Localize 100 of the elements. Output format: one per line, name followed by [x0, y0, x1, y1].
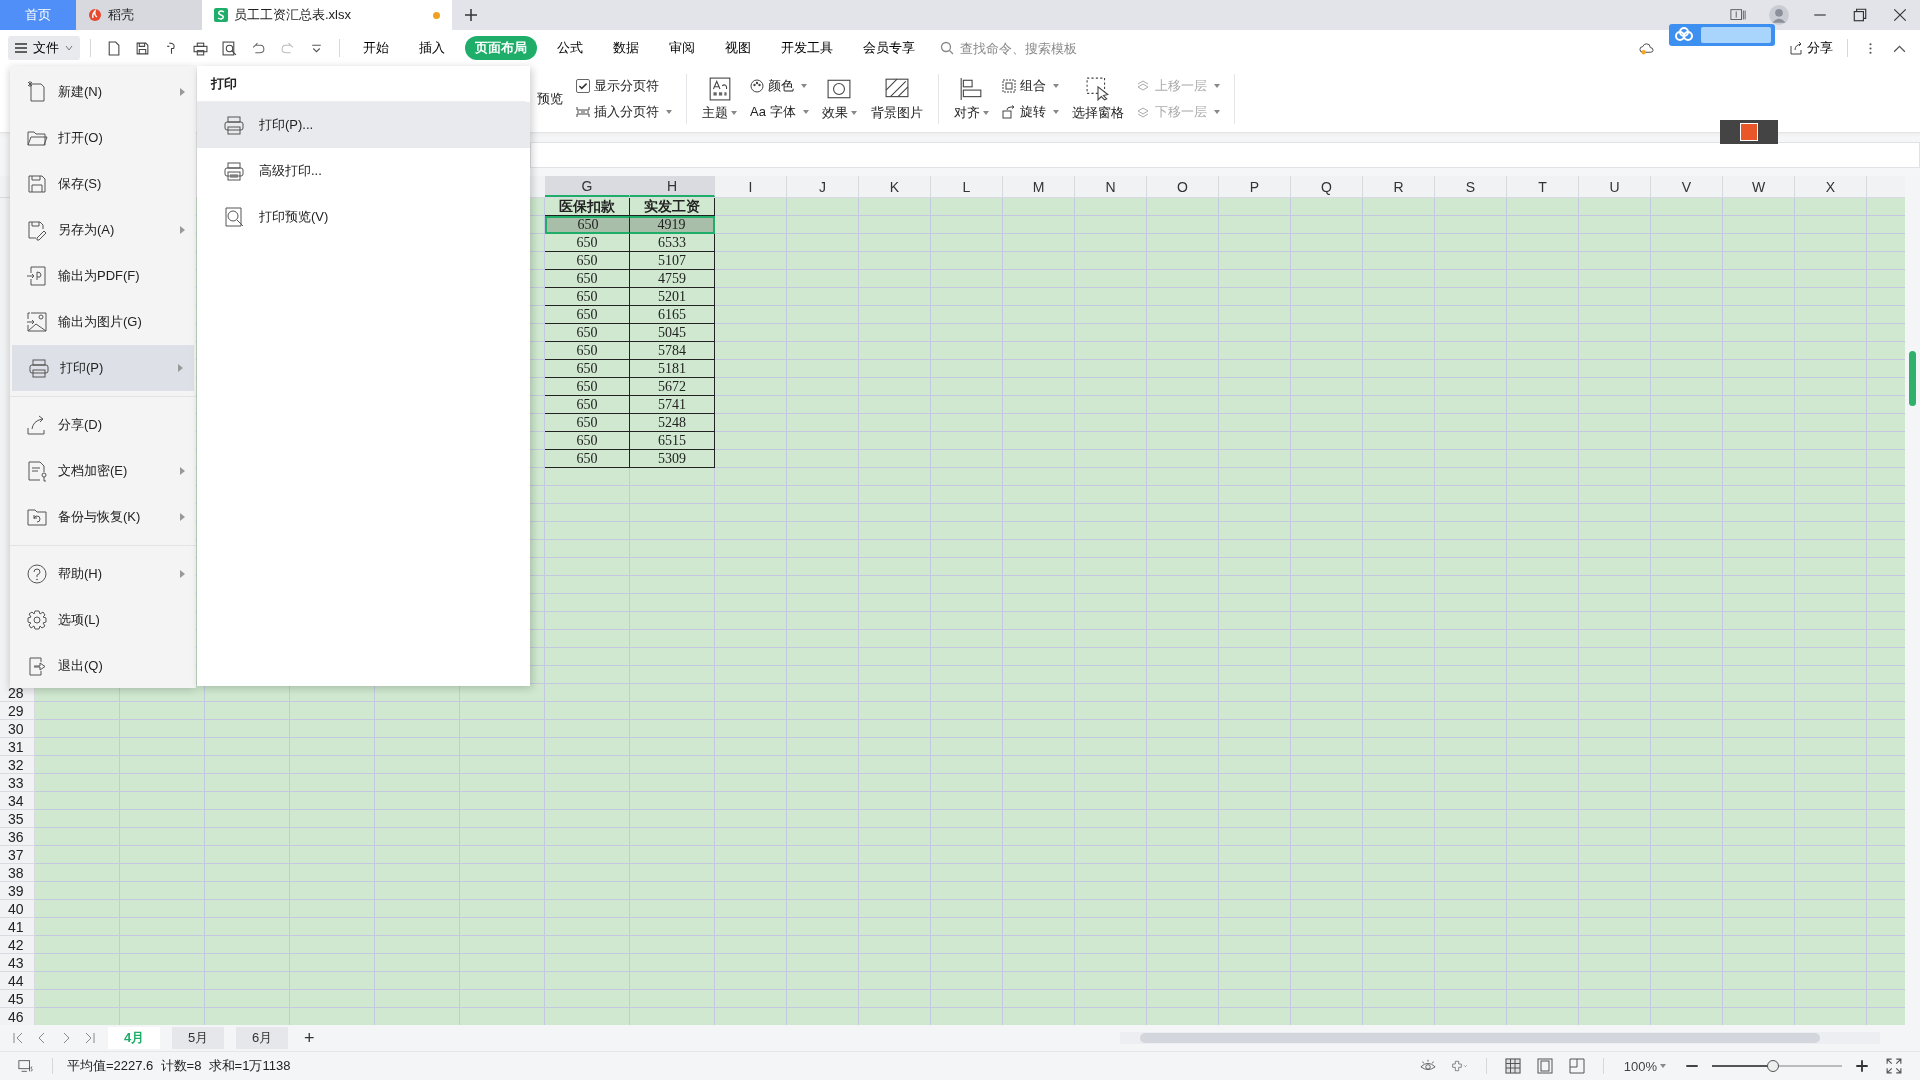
restore-icon[interactable] [1852, 7, 1868, 23]
normal-view-icon[interactable] [1504, 1058, 1521, 1074]
sheet-tab[interactable]: 6月 [236, 1027, 288, 1049]
row-number[interactable]: 37 [0, 846, 34, 864]
row-number[interactable]: 34 [0, 792, 34, 810]
background-image-button[interactable]: 背景图片 [865, 74, 928, 124]
sheet-tab[interactable]: 5月 [172, 1027, 224, 1049]
first-sheet-icon[interactable] [12, 1032, 24, 1044]
row-number[interactable]: 32 [0, 756, 34, 774]
column-header[interactable]: R [1363, 176, 1435, 197]
ribbon-tab[interactable]: 数据 [603, 36, 649, 60]
zoom-slider[interactable] [1712, 1060, 1842, 1072]
cross-view-icon[interactable] [1451, 1058, 1468, 1074]
menu-item[interactable]: 分享(D) [10, 402, 196, 448]
ribbon-tab[interactable]: 开发工具 [771, 36, 843, 60]
macro-icon[interactable] [18, 1058, 34, 1074]
menu-item[interactable]: 文档加密(E) [10, 448, 196, 494]
column-header[interactable]: N [1075, 176, 1147, 197]
zoom-dropdown[interactable]: 100% [1617, 1057, 1672, 1075]
ribbon-tab[interactable]: 审阅 [659, 36, 705, 60]
column-header[interactable]: M [1003, 176, 1075, 197]
column-header[interactable]: K [859, 176, 931, 197]
rotate-button[interactable]: 旋转 [997, 101, 1063, 123]
theme-button[interactable]: 主题 [697, 74, 742, 124]
row-number[interactable]: 40 [0, 900, 34, 918]
menu-item[interactable]: 帮助(H) [10, 551, 196, 597]
column-header[interactable]: O [1147, 176, 1219, 197]
column-header[interactable]: S [1435, 176, 1507, 197]
column-header[interactable]: I [715, 176, 787, 197]
zoom-in-icon[interactable] [1854, 1058, 1870, 1074]
new-document-icon[interactable] [106, 40, 121, 56]
submenu-item[interactable]: 高级打印... [197, 148, 530, 194]
document-tab[interactable]: 稻壳 [76, 0, 202, 30]
column-header[interactable]: W [1723, 176, 1795, 197]
row-number[interactable]: 44 [0, 972, 34, 990]
close-icon[interactable] [1892, 7, 1908, 23]
submenu-item[interactable]: 打印预览(V) [197, 194, 530, 240]
effects-button[interactable]: 效果 [816, 74, 862, 124]
file-menu-button[interactable]: 文件 [8, 36, 80, 60]
column-header[interactable]: H [630, 176, 715, 197]
row-number[interactable]: 38 [0, 864, 34, 882]
menu-item[interactable]: 输出为PDF(F) [10, 253, 196, 299]
cloud-upload-badge[interactable] [1669, 24, 1775, 46]
row-number[interactable]: 31 [0, 738, 34, 756]
column-header[interactable]: P [1219, 176, 1291, 197]
row-number[interactable]: 33 [0, 774, 34, 792]
print-preview-icon[interactable] [222, 40, 237, 56]
colors-button[interactable]: 颜色 [746, 75, 813, 97]
page-view-icon[interactable] [1536, 1058, 1553, 1074]
row-number[interactable]: 30 [0, 720, 34, 738]
column-header[interactable]: J [787, 176, 859, 197]
column-header[interactable]: U [1579, 176, 1651, 197]
column-header[interactable]: L [931, 176, 1003, 197]
column-header[interactable]: T [1507, 176, 1579, 197]
menu-item[interactable]: 选项(L) [10, 597, 196, 643]
row-number[interactable]: 29 [0, 702, 34, 720]
column-header[interactable]: X [1795, 176, 1867, 197]
align-button[interactable]: 对齐 [948, 74, 994, 124]
row-number[interactable]: 35 [0, 810, 34, 828]
submenu-item[interactable]: 打印(P)... [197, 102, 530, 148]
ribbon-tab[interactable]: 开始 [353, 36, 399, 60]
selection-pane-button[interactable]: 选择窗格 [1066, 74, 1129, 124]
horizontal-scrollbar[interactable] [1120, 1032, 1880, 1044]
ribbon-tab[interactable]: 视图 [715, 36, 761, 60]
new-tab-icon[interactable] [464, 8, 478, 22]
page-count-icon[interactable] [1730, 7, 1746, 23]
document-tab[interactable]: 员工工资汇总表.xlsx [202, 0, 452, 30]
row-number[interactable]: 45 [0, 990, 34, 1008]
menu-item[interactable]: 备份与恢复(K) [10, 494, 196, 540]
search-field[interactable]: 查找命令、搜索模板 [940, 39, 1102, 57]
ribbon-tab[interactable]: 会员专享 [853, 36, 925, 60]
menu-item[interactable]: 保存(S) [10, 161, 196, 207]
menu-item[interactable]: 另存为(A) [10, 207, 196, 253]
row-number[interactable]: 42 [0, 936, 34, 954]
column-header[interactable]: Q [1291, 176, 1363, 197]
row-number[interactable]: 36 [0, 828, 34, 846]
menu-item[interactable]: 打开(O) [10, 115, 196, 161]
menu-item[interactable]: 新建(N) [10, 69, 196, 115]
cloud-icon[interactable] [1639, 40, 1654, 56]
insert-page-break-button[interactable]: 插入分页符 [572, 101, 676, 123]
group-button[interactable]: 组合 [997, 75, 1063, 97]
menu-item[interactable]: 输出为图片(G) [10, 299, 196, 345]
row-number[interactable]: 41 [0, 918, 34, 936]
avatar-icon[interactable] [1768, 4, 1790, 26]
last-sheet-icon[interactable] [84, 1032, 96, 1044]
save-icon[interactable] [135, 40, 150, 56]
row-number[interactable]: 43 [0, 954, 34, 972]
ribbon-tab[interactable]: 公式 [547, 36, 593, 60]
formula-field[interactable] [530, 141, 1920, 168]
page-break-checkbox[interactable]: 显示分页符 [572, 75, 676, 97]
fonts-button[interactable]: Aa 字体 [746, 101, 813, 123]
undo-icon[interactable] [251, 40, 266, 56]
fullscreen-icon[interactable] [1886, 1058, 1902, 1074]
menu-item[interactable]: 打印(P) [12, 345, 194, 391]
add-sheet-button[interactable]: + [300, 1027, 319, 1049]
page-break-view-icon[interactable] [1568, 1058, 1585, 1074]
ribbon-tab[interactable]: 插入 [409, 36, 455, 60]
column-header[interactable]: V [1651, 176, 1723, 197]
column-header[interactable]: G [545, 176, 630, 197]
share-button[interactable]: 分享 [1785, 37, 1837, 59]
